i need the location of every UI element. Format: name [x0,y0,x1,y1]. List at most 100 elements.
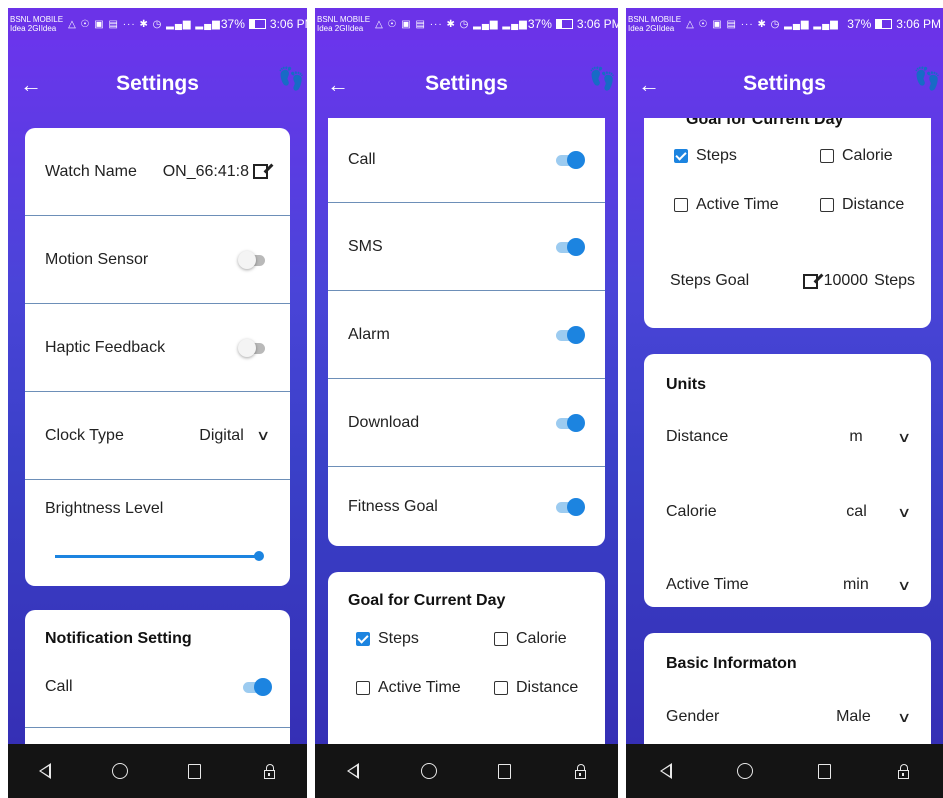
calorie-checkbox[interactable]: Calorie [494,630,567,648]
app-bar: ← Settings 👣 [315,40,618,130]
lock-nav-icon[interactable] [891,759,915,783]
lock-nav-icon[interactable] [568,759,592,783]
download-toggle[interactable] [553,413,585,432]
distance-checkbox[interactable]: Distance [820,196,904,214]
calorie-label: Calorie [842,147,893,164]
units-title: Units [666,376,706,393]
calorie-checkbox[interactable]: Calorie [820,147,893,165]
carrier-info: BSNL MOBILE Idea 2GIIdea [317,15,370,33]
status-icons: △ ☉ ▣ ▤ ··· ✱ ◷ ▂▄▆ ▂▄▆ [375,18,528,30]
haptic-feedback-toggle[interactable] [238,338,268,357]
screenshot-panel-2: BSNL MOBILE Idea 2GIIdea △ ☉ ▣ ▤ ··· ✱ ◷… [315,0,618,798]
notification-card: Notification Setting Call [25,610,290,744]
active-time-checkbox[interactable]: Active Time [356,679,461,697]
home-nav-icon[interactable] [733,759,757,783]
battery-percent: 37% [847,17,872,31]
goal-title: Goal for Current Day [348,592,506,609]
motion-sensor-label: Motion Sensor [45,250,149,268]
carrier-info: BSNL MOBILE Idea 2GIIdea [628,15,681,33]
distance-label: Distance [842,196,905,213]
fitness-goal-label: Fitness Goal [348,497,438,515]
chevron-down-icon[interactable]: ∨ [897,709,911,726]
system-nav-bar [315,744,618,798]
gender-row[interactable]: Gender Male ∨ [666,708,911,726]
battery-icon [555,19,573,29]
checkbox-icon [494,681,508,695]
clock-type-label: Clock Type [45,426,124,444]
checkbox-icon [494,632,508,646]
alarm-row: Alarm [328,291,605,379]
footsteps-icon[interactable]: 👣 [278,66,305,92]
settings-background: ← Settings 👣 Call SMS Alarm Download Fit… [315,40,618,744]
call-toggle[interactable] [240,678,272,696]
active-time-unit-row[interactable]: Active Time min ∨ [666,576,911,594]
edit-icon[interactable] [253,164,268,179]
calorie-unit-row[interactable]: Calorie cal ∨ [666,503,911,521]
recents-nav-icon[interactable] [492,759,516,783]
call-label: Call [348,151,376,168]
motion-sensor-toggle[interactable] [238,250,268,269]
system-nav-bar [8,744,307,798]
footsteps-icon[interactable]: 👣 [914,66,941,92]
steps-goal-label: Steps Goal [670,272,750,289]
page-title: Settings [743,72,826,95]
clock-time: 3:06 PM [269,17,307,31]
goal-card: Goal for Current Day Steps Calorie Activ… [644,118,931,328]
battery-percent: 37% [220,17,245,31]
home-nav-icon[interactable] [108,759,132,783]
back-nav-icon[interactable] [654,759,678,783]
slider-thumb[interactable] [254,551,264,561]
edit-icon[interactable] [802,273,818,289]
watch-name-value: ON_66:41:8 [162,162,249,180]
chevron-down-icon[interactable]: ∨ [897,577,911,594]
device-settings-card: Watch Name ON_66:41:8 Motion Sensor Hapt… [25,128,290,586]
battery-icon [875,19,893,29]
sms-toggle[interactable] [553,237,585,256]
carrier-line-2: Idea 2GIIdea [10,24,57,33]
alarm-toggle[interactable] [553,325,585,344]
notification-toggles-card: Call SMS Alarm Download Fitness Goal [328,118,605,546]
fitness-goal-toggle[interactable] [553,497,585,516]
recents-nav-icon[interactable] [812,759,836,783]
chevron-down-icon[interactable]: ∨ [897,429,911,446]
checkbox-checked-icon [674,149,688,163]
carrier-line-1: BSNL MOBILE [628,15,682,24]
lock-nav-icon[interactable] [258,759,282,783]
steps-checkbox[interactable]: Steps [674,147,737,165]
distance-unit-row[interactable]: Distance m ∨ [666,428,911,446]
brightness-slider[interactable] [55,551,264,561]
checkbox-icon [356,681,370,695]
home-nav-icon[interactable] [417,759,441,783]
page-title: Settings [425,72,508,95]
settings-background: ← Settings 👣 Goal for Current Day Steps … [626,40,943,744]
steps-label: Steps [378,630,419,647]
steps-checkbox[interactable]: Steps [356,630,419,648]
call-row: Call [328,118,605,203]
calorie-unit-value: cal [846,503,867,520]
checkbox-icon [820,149,834,163]
app-bar: ← Settings 👣 [8,40,307,130]
recents-nav-icon[interactable] [183,759,207,783]
basic-info-card: Basic Informaton Gender Male ∨ [644,633,931,744]
steps-goal-row[interactable]: Steps Goal 10000 Steps [670,272,915,290]
status-bar: BSNL MOBILE Idea 2GIIdea △ ☉ ▣ ▤ ··· ✱ ◷… [8,8,307,40]
watch-name-row[interactable]: Watch Name ON_66:41:8 [25,128,290,216]
battery-percent: 37% [527,17,552,31]
carrier-line-2: Idea 2GIIdea [317,24,364,33]
chevron-down-icon[interactable]: ∨ [256,427,270,444]
chevron-down-icon[interactable]: ∨ [897,504,911,521]
sms-row: SMS [328,203,605,291]
footsteps-icon[interactable]: 👣 [589,66,616,92]
call-toggle[interactable] [553,151,585,169]
active-time-unit-label: Active Time [666,576,749,593]
checkbox-icon [674,198,688,212]
download-label: Download [348,413,420,431]
active-time-checkbox[interactable]: Active Time [674,196,779,214]
back-nav-icon[interactable] [341,759,365,783]
brightness-row: Brightness Level [25,480,290,586]
steps-label: Steps [696,147,737,164]
back-nav-icon[interactable] [33,759,57,783]
call-label: Call [45,678,73,695]
clock-type-row[interactable]: Clock Type Digital ∨ [25,392,290,480]
distance-checkbox[interactable]: Distance [494,679,578,697]
